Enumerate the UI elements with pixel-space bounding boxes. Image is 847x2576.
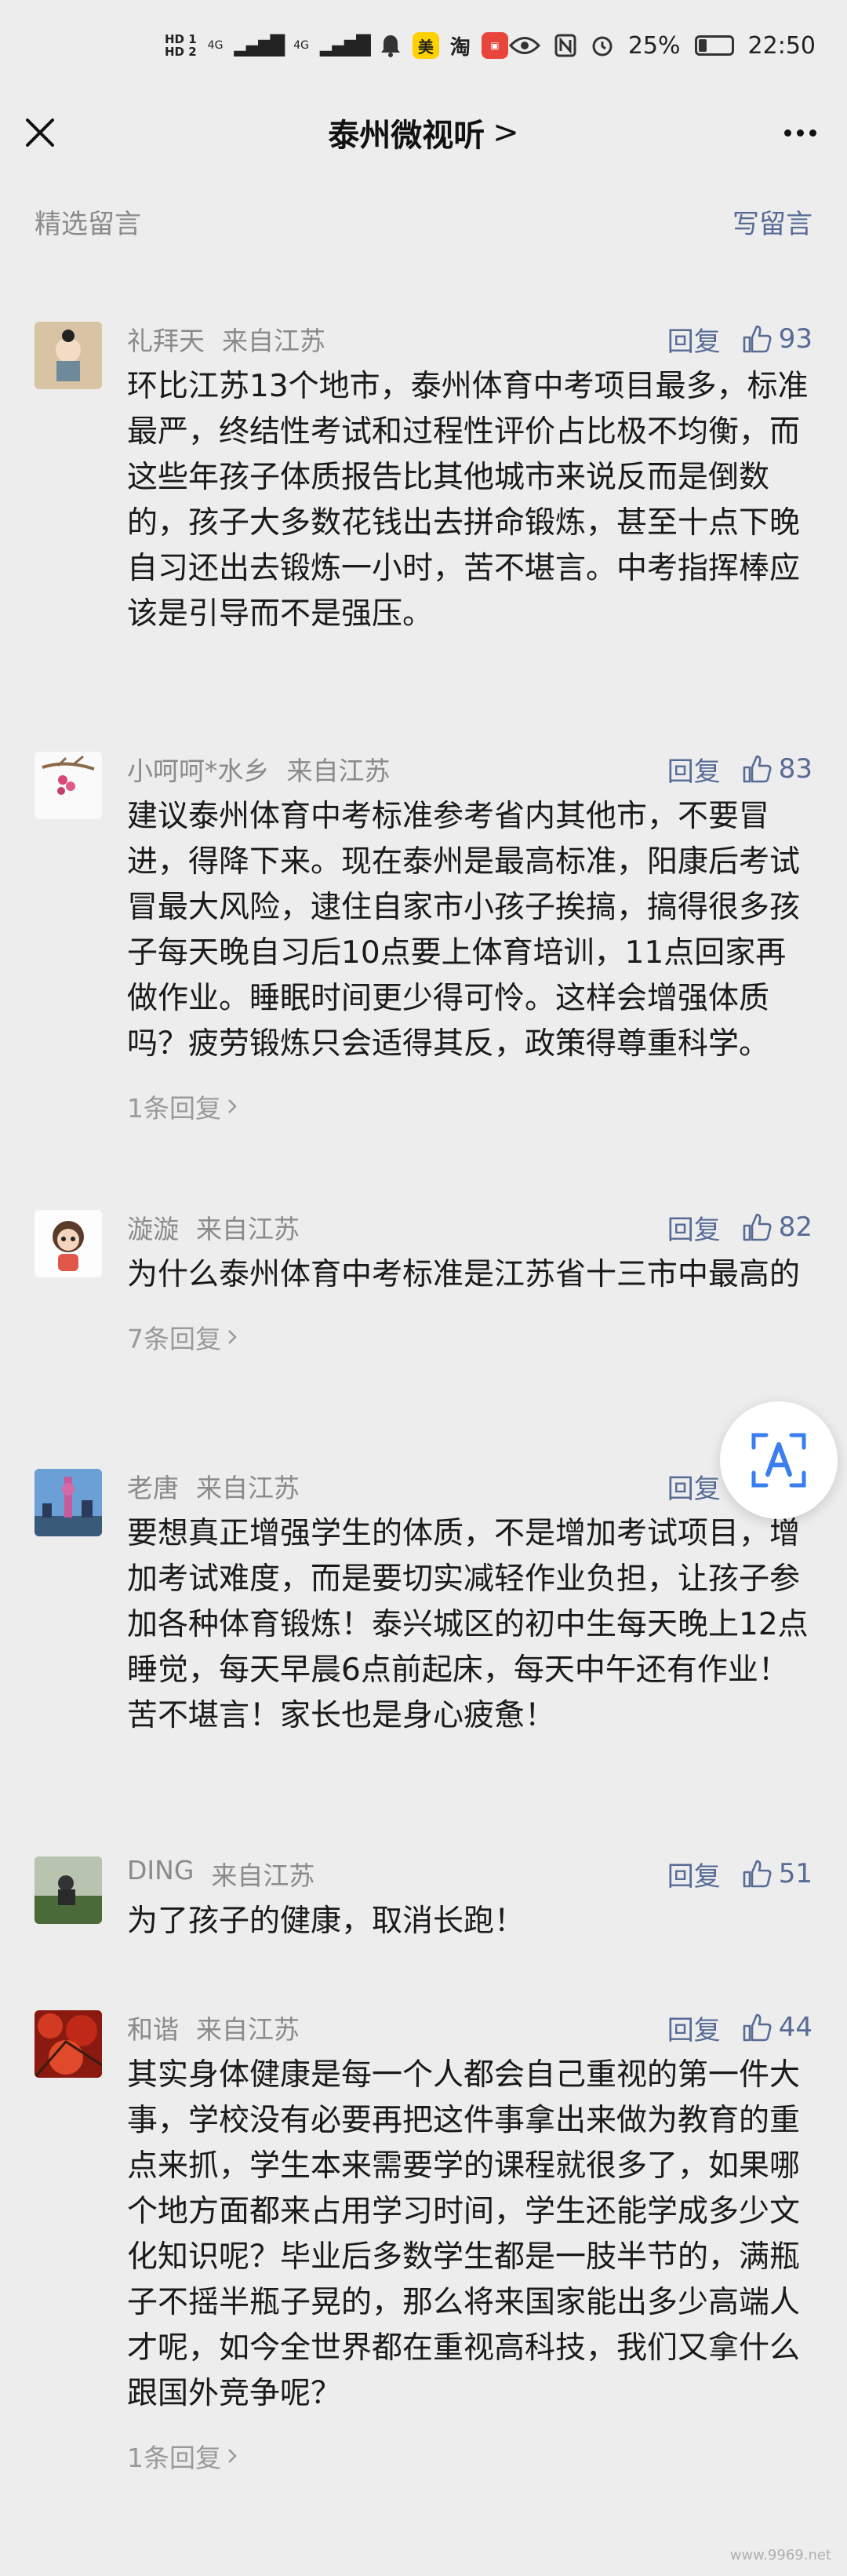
comment-location: 来自江苏 <box>196 1214 300 1244</box>
avatar[interactable] <box>35 1469 102 1536</box>
chevron-right-icon <box>228 1330 237 1344</box>
thumbs-up-icon <box>743 325 772 353</box>
replies-count: 1条回复 <box>127 2443 221 2473</box>
close-button[interactable] <box>20 113 60 152</box>
signal-4g-2: 4G <box>293 39 310 52</box>
status-left: HD 1 HD 2 4G ▂▄▆█ 4G ▂▄▆█ 美 淘 ▣ <box>165 31 508 60</box>
hd1-label: HD 1 <box>165 32 197 46</box>
reply-button[interactable]: 回复 <box>667 750 721 789</box>
comment-author[interactable]: DING <box>127 1855 194 1893</box>
comment-location: 来自江苏 <box>222 326 325 356</box>
chevron-right-icon <box>228 1099 237 1113</box>
view-replies-link[interactable]: 7条回复 <box>127 1318 812 1356</box>
section-header: 精选留言 写留言 <box>0 174 847 268</box>
comment-item: DING 来自江苏 回复 51 为了孩子的健康，取消长跑！ <box>0 1833 847 1987</box>
chevron-right-icon <box>228 2449 237 2463</box>
text-recognition-button[interactable] <box>720 1401 838 1519</box>
comment-author[interactable]: 漩漩 <box>127 1208 179 1246</box>
comment-list: 礼拜天 来自江苏 回复 93 环比江苏13个地市，泰州体育中考项目最多，标准最严… <box>0 298 847 2567</box>
comment-author[interactable]: 小呵呵*水乡 <box>127 750 270 788</box>
comment-author[interactable]: 和谐 <box>127 2009 179 2046</box>
comment-item: 漩漩 来自江苏 回复 82 为什么泰州体育中考标准是江苏省十三市中最高的 7条回… <box>0 1186 847 1445</box>
avatar[interactable] <box>35 752 102 819</box>
reply-button[interactable]: 回复 <box>667 2009 721 2047</box>
alarm-icon <box>592 36 613 56</box>
bell-icon <box>380 35 400 57</box>
comment-author[interactable]: 礼拜天 <box>127 320 205 358</box>
reply-button[interactable]: 回复 <box>667 1467 721 1506</box>
more-button[interactable] <box>776 113 823 152</box>
thumbs-up-icon <box>743 1860 772 1888</box>
thumbs-up-icon <box>743 2013 772 2042</box>
comment-location: 来自江苏 <box>286 756 391 786</box>
view-replies-link[interactable]: 1条回复 <box>127 2437 812 2475</box>
signal-4g-1: 4G <box>207 39 224 52</box>
shopping-app-icon: ▣ <box>481 32 508 59</box>
like-button[interactable]: 51 <box>741 1858 812 1889</box>
battery-icon <box>694 35 734 56</box>
comment-item: 老唐 来自江苏 回复 53 要想真正增强学生的体质，不是增加考试项目，增加考试难… <box>0 1445 847 1833</box>
nav-bar: 泰州微视听 > <box>0 91 847 174</box>
close-icon <box>26 118 54 147</box>
like-button[interactable]: 93 <box>741 323 812 355</box>
hd2-label: HD 2 <box>165 45 197 59</box>
comment-item: 和谐 来自江苏 回复 44 其实身体健康是每一个人都会自己重视的第一件大事，学校… <box>0 1987 847 2567</box>
battery-percent: 25% <box>627 31 681 60</box>
more-dot-icon <box>783 129 791 137</box>
clock: 22:50 <box>747 31 816 60</box>
chevron-right-icon: > <box>493 115 519 151</box>
comment-location: 来自江苏 <box>211 1860 315 1891</box>
replies-count: 1条回复 <box>127 1093 221 1124</box>
thumbs-up-icon <box>743 755 772 783</box>
comment-text: 建议泰州体育中考标准参考省内其他市，不要冒进，得降下来。现在泰州是最高标准，阳康… <box>127 799 801 1062</box>
like-button[interactable]: 44 <box>741 2012 812 2043</box>
avatar[interactable] <box>35 1210 102 1277</box>
avatar[interactable] <box>35 2010 102 2078</box>
avatar[interactable] <box>35 322 102 389</box>
account-title-link[interactable]: 泰州微视听 > <box>328 110 519 155</box>
like-button[interactable]: 83 <box>741 753 812 785</box>
like-count: 44 <box>778 2012 812 2043</box>
comment-author[interactable]: 老唐 <box>127 1467 179 1505</box>
reply-button[interactable]: 回复 <box>667 1208 721 1247</box>
watermark: www.9969.net <box>729 2547 831 2563</box>
comment-location: 来自江苏 <box>196 2014 300 2045</box>
taobao-app-icon: 淘 <box>449 35 471 60</box>
write-comment-button[interactable]: 写留言 <box>732 202 812 241</box>
battery-fill <box>698 39 707 52</box>
comment-item: 礼拜天 来自江苏 回复 93 环比江苏13个地市，泰州体育中考项目最多，标准最严… <box>0 298 847 728</box>
reply-button[interactable]: 回复 <box>667 320 721 359</box>
scan-text-icon <box>751 1433 806 1488</box>
like-button[interactable]: 82 <box>741 1211 812 1243</box>
section-title: 精选留言 <box>35 208 141 240</box>
hd-indicators: HD 1 HD 2 <box>165 33 197 58</box>
status-bar: HD 1 HD 2 4G ▂▄▆█ 4G ▂▄▆█ 美 淘 ▣ 25% 22:5… <box>0 0 847 91</box>
page-title: 泰州微视听 <box>328 118 485 154</box>
signal-bars-icon: ▂▄▆█ <box>234 35 285 56</box>
thumbs-up-icon <box>743 1213 772 1241</box>
comment-text: 环比江苏13个地市，泰州体育中考项目最多，标准最严，终结性考试和过程性评价占比极… <box>127 369 809 632</box>
like-count: 93 <box>778 323 812 355</box>
meituan-app-icon: 美 <box>412 32 439 59</box>
comment-location: 来自江苏 <box>196 1473 300 1503</box>
like-count: 51 <box>778 1858 812 1889</box>
reply-button[interactable]: 回复 <box>667 1855 721 1893</box>
comment-text: 为了孩子的健康，取消长跑！ <box>127 1904 525 1939</box>
signal-bars-icon-2: ▂▄▆█ <box>320 35 371 56</box>
comment-text: 为什么泰州体育中考标准是江苏省十三市中最高的 <box>127 1257 801 1292</box>
more-dot-icon <box>796 129 804 137</box>
comment-item: 小呵呵*水乡 来自江苏 回复 83 建议泰州体育中考标准参考省内其他市，不要冒进… <box>0 728 847 1186</box>
eye-icon <box>508 37 540 54</box>
nfc-icon <box>554 34 576 57</box>
avatar[interactable] <box>35 1856 102 1924</box>
status-right: 25% 22:50 <box>508 31 816 60</box>
more-dot-icon <box>809 129 816 137</box>
like-count: 82 <box>778 1211 812 1243</box>
replies-count: 7条回复 <box>127 1324 221 1354</box>
view-replies-link[interactable]: 1条回复 <box>127 1088 812 1125</box>
comment-text: 其实身体健康是每一个人都会自己重视的第一件大事，学校没有必要再把这件事拿出来做为… <box>127 2057 801 2411</box>
comment-text: 要想真正增强学生的体质，不是增加考试项目，增加考试难度，而是要切实减轻作业负担，… <box>127 1516 809 1733</box>
like-count: 83 <box>778 753 812 785</box>
